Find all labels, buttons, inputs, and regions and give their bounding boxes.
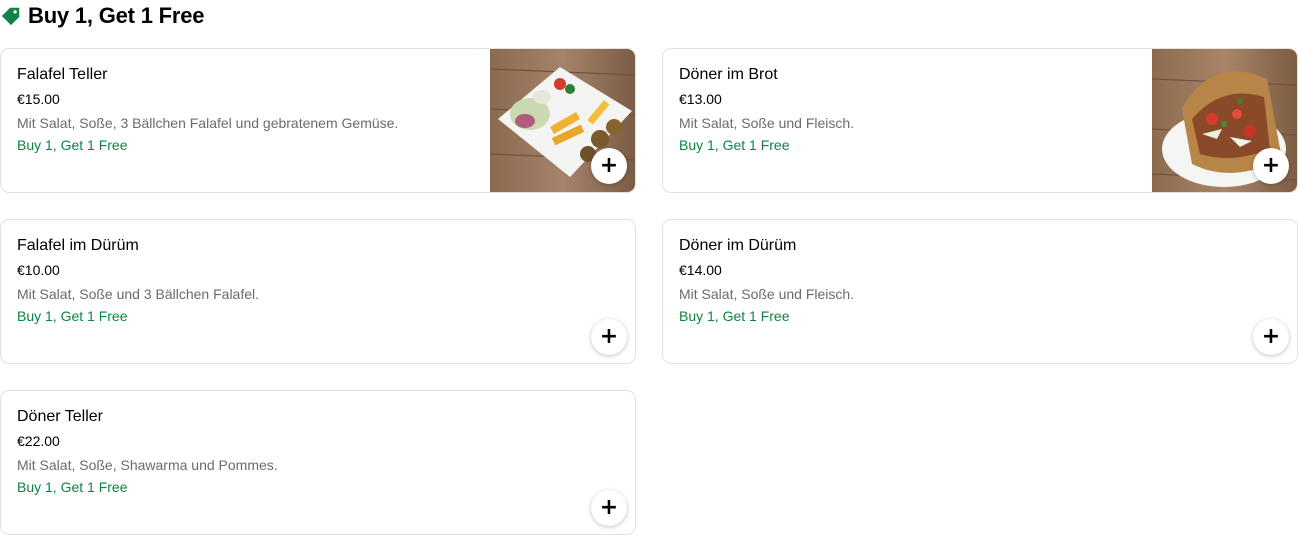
- add-to-cart-button[interactable]: +: [1253, 319, 1289, 355]
- add-to-cart-button[interactable]: +: [591, 148, 627, 184]
- item-description: Mit Salat, Soße und Fleisch.: [679, 286, 855, 302]
- item-price: €14.00: [679, 262, 722, 278]
- menu-item-info: Falafel im Dürüm €10.00 Mit Salat, Soße …: [17, 236, 259, 325]
- item-name: Döner im Dürüm: [679, 237, 797, 254]
- section-title: Buy 1, Get 1 Free: [28, 3, 205, 28]
- item-name: Döner im Brot: [679, 66, 778, 83]
- item-price: €10.00: [17, 262, 60, 278]
- item-description: Mit Salat, Soße und 3 Bällchen Falafel.: [17, 286, 260, 302]
- item-promo-badge: Buy 1, Get 1 Free: [17, 308, 128, 324]
- add-to-cart-button[interactable]: +: [591, 319, 627, 355]
- item-name: Döner Teller: [17, 408, 103, 425]
- item-name: Falafel im Dürüm: [17, 237, 139, 254]
- section-header: Buy 1, Get 1 Free: [0, 0, 205, 32]
- menu-item-info: Döner im Dürüm €14.00 Mit Salat, Soße un…: [679, 236, 854, 325]
- menu-item-card[interactable]: Falafel Teller €15.00 Mit Salat, Soße, 3…: [0, 48, 636, 193]
- item-promo-badge: Buy 1, Get 1 Free: [679, 137, 790, 153]
- item-price: €13.00: [679, 91, 722, 107]
- menu-item-info: Döner im Brot €13.00 Mit Salat, Soße und…: [679, 65, 854, 154]
- item-price: €15.00: [17, 91, 60, 107]
- item-promo-badge: Buy 1, Get 1 Free: [17, 137, 128, 153]
- item-promo-badge: Buy 1, Get 1 Free: [17, 479, 128, 495]
- item-name: Falafel Teller: [17, 66, 108, 83]
- tag-icon: [1, 7, 20, 26]
- menu-item-card[interactable]: Döner im Dürüm €14.00 Mit Salat, Soße un…: [662, 219, 1298, 364]
- item-description: Mit Salat, Soße, 3 Bällchen Falafel und …: [17, 115, 399, 131]
- add-to-cart-button[interactable]: +: [591, 490, 627, 526]
- item-price: €22.00: [17, 433, 60, 449]
- menu-item-card[interactable]: Falafel im Dürüm €10.00 Mit Salat, Soße …: [0, 219, 636, 364]
- menu-item-info: Döner Teller €22.00 Mit Salat, Soße, Sha…: [17, 407, 278, 496]
- menu-item-card[interactable]: Döner im Brot €13.00 Mit Salat, Soße und…: [662, 48, 1298, 193]
- add-to-cart-button[interactable]: +: [1253, 148, 1289, 184]
- item-description: Mit Salat, Soße und Fleisch.: [679, 115, 855, 131]
- item-promo-badge: Buy 1, Get 1 Free: [679, 308, 790, 324]
- item-description: Mit Salat, Soße, Shawarma und Pommes.: [17, 457, 278, 473]
- menu-item-card[interactable]: Döner Teller €22.00 Mit Salat, Soße, Sha…: [0, 390, 636, 535]
- menu-item-info: Falafel Teller €15.00 Mit Salat, Soße, 3…: [17, 65, 398, 154]
